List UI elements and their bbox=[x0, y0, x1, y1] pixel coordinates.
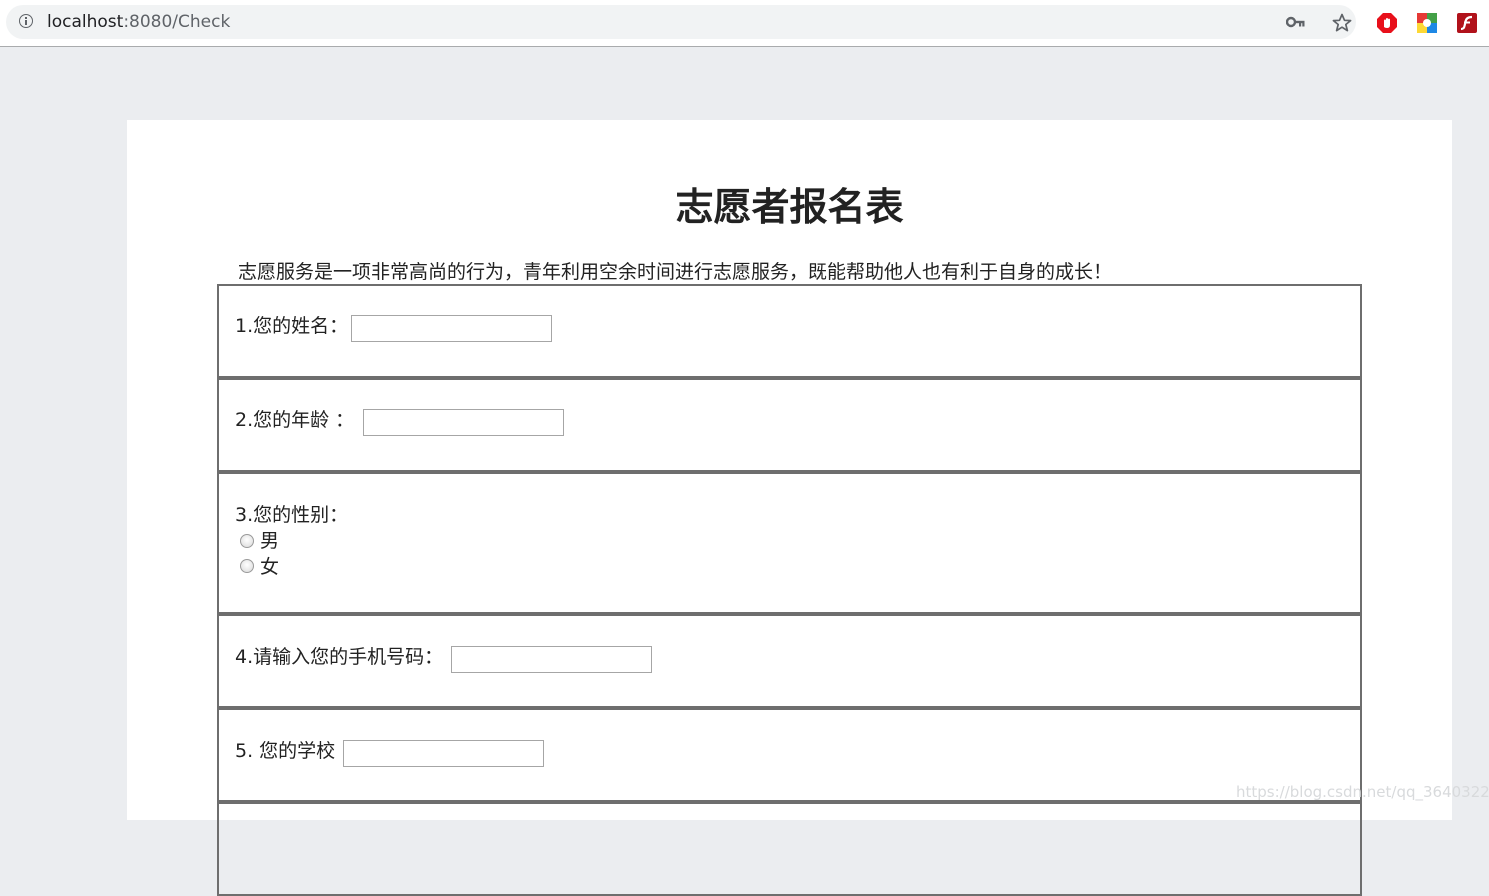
school-input[interactable] bbox=[343, 740, 544, 767]
address-bar[interactable]: localhost:8080/Check bbox=[6, 5, 1356, 39]
browser-toolbar: localhost:8080/Check bbox=[0, 0, 1489, 47]
intro-text: 志愿服务是一项非常高尚的行为，青年利用空余时间进行志愿服务，既能帮助他人也有利于… bbox=[238, 261, 1113, 283]
male-label[interactable]: 男 bbox=[260, 529, 279, 553]
male-radio[interactable] bbox=[240, 534, 254, 548]
watermark: https://blog.csdn.net/qq_36403227 bbox=[1236, 783, 1489, 801]
page-title: 志愿者报名表 bbox=[675, 185, 904, 229]
bookmark-star-icon[interactable] bbox=[1332, 13, 1352, 33]
flash-player-icon[interactable] bbox=[1456, 12, 1478, 34]
question-school: 5. 您的学校 bbox=[217, 708, 1362, 802]
question-name: 1.您的姓名： bbox=[217, 284, 1362, 378]
age-input[interactable] bbox=[363, 409, 564, 436]
school-label: 5. 您的学校 bbox=[235, 740, 336, 762]
form-page: 志愿者报名表 志愿服务是一项非常高尚的行为，青年利用空余时间进行志愿服务，既能帮… bbox=[127, 120, 1452, 896]
colorful-extension-icon[interactable] bbox=[1416, 12, 1438, 34]
name-label: 1.您的姓名： bbox=[235, 315, 349, 337]
phone-label: 4.请输入您的手机号码： bbox=[235, 646, 444, 668]
question-gender: 3.您的性别： 男 女 bbox=[217, 472, 1362, 614]
key-icon[interactable] bbox=[1286, 15, 1306, 29]
age-label: 2.您的年龄 ： bbox=[235, 409, 355, 431]
question-age: 2.您的年龄 ： bbox=[217, 378, 1362, 472]
female-label[interactable]: 女 bbox=[260, 555, 279, 579]
url-path: :8080/Check bbox=[123, 12, 231, 32]
url-host: localhost bbox=[47, 12, 124, 32]
adblock-extension-icon[interactable] bbox=[1376, 12, 1398, 34]
question-phone: 4.请输入您的手机号码： bbox=[217, 614, 1362, 708]
female-radio[interactable] bbox=[240, 559, 254, 573]
url-text[interactable]: localhost:8080/Check bbox=[47, 12, 230, 32]
gender-label: 3.您的性别： bbox=[235, 504, 349, 526]
phone-input[interactable] bbox=[451, 646, 652, 673]
info-icon[interactable] bbox=[19, 14, 33, 28]
question-next bbox=[217, 802, 1362, 896]
name-input[interactable] bbox=[351, 315, 552, 342]
